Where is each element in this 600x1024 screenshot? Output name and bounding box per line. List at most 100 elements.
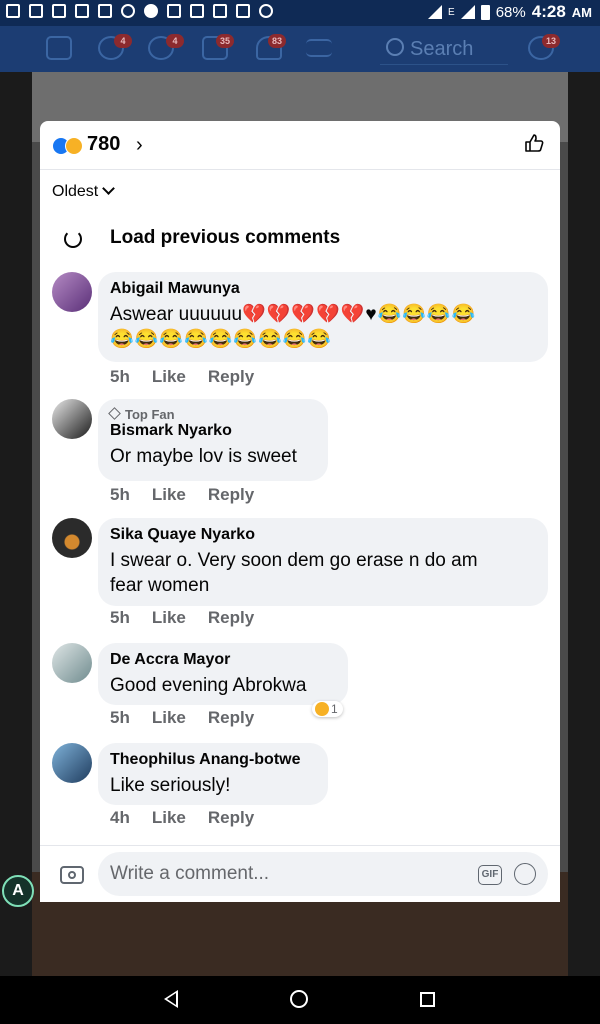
haha-reaction-icon — [315, 702, 329, 716]
comment-composer: Write a comment... GIF — [40, 845, 560, 902]
reactions-header[interactable]: 780 › — [40, 121, 560, 170]
circle-app-icon — [144, 4, 158, 18]
reply-link[interactable]: Reply — [208, 708, 254, 727]
facebook-top-nav: 4 4 35 83 Search 13 — [0, 26, 600, 72]
emoji-icon[interactable] — [514, 863, 536, 885]
comment-text: I swear o. Very soon dem go erase n do a… — [110, 548, 536, 598]
comment-author[interactable]: Abigail Mawunya — [110, 280, 536, 298]
cell-signal-icon — [460, 5, 475, 19]
comment-meta: 5h Like Reply — [110, 367, 276, 387]
like-link[interactable]: Like — [152, 367, 186, 386]
like-link[interactable]: Like — [152, 485, 186, 504]
messenger-badge: 13 — [542, 34, 560, 48]
battery-percent: 68% — [495, 3, 526, 21]
comment-time: 4h — [110, 808, 130, 827]
load-previous-label: Load previous comments — [110, 227, 341, 248]
app-notification-icon — [29, 4, 43, 18]
notifications-badge: 83 — [268, 34, 286, 48]
comment-text: Like seriously! — [110, 775, 231, 796]
comment-emoji-line-2: 😂😂😂😂😂😂😂😂😂 — [110, 329, 332, 350]
notification-icons — [6, 4, 273, 18]
comment-bubble[interactable]: Theophilus Anang-botwe Like seriously! — [98, 743, 328, 805]
facebook-notification-icon — [98, 4, 112, 18]
clock-time: 4:28 — [531, 2, 566, 21]
avatar[interactable] — [52, 643, 92, 683]
reply-link[interactable]: Reply — [208, 608, 254, 627]
haha-reaction-icon — [65, 137, 83, 155]
reply-link[interactable]: Reply — [208, 485, 254, 504]
reaction-count: 780 — [87, 133, 121, 155]
status-right: E 68% 4:28 AM — [428, 2, 592, 22]
camera-icon[interactable] — [60, 866, 84, 884]
clock-ampm: AM — [571, 4, 592, 20]
comment-bubble[interactable]: Sika Quaye Nyarko I swear o. Very soon d… — [98, 518, 548, 606]
top-fan-badge: Top Fan — [108, 407, 316, 422]
battery-icon — [480, 4, 490, 20]
chevron-down-icon — [102, 182, 116, 195]
comment-meta: 5h Like Reply — [110, 708, 276, 728]
thumbs-up-icon[interactable] — [524, 133, 544, 153]
avatar[interactable] — [52, 399, 92, 439]
like-link[interactable]: Like — [152, 808, 186, 827]
gif-icon[interactable]: GIF — [478, 865, 502, 885]
comment-reaction-badge[interactable]: 1 — [312, 701, 343, 717]
comment-reaction-count: 1 — [331, 702, 338, 716]
reply-link[interactable]: Reply — [208, 808, 254, 827]
comment-bubble[interactable]: Abigail Mawunya Aswear uuuuuu💔💔💔💔💔♥😂😂😂😂 … — [98, 272, 548, 362]
facebook-notification-icon — [213, 4, 227, 18]
search-placeholder: Search — [410, 38, 474, 60]
comment-text: Or maybe lov is sweet — [110, 446, 297, 467]
chevron-right-icon: › — [136, 134, 143, 156]
wifi-signal-icon — [428, 5, 443, 19]
comment-emoji-line-1: 💔💔💔💔💔♥😂😂😂😂 — [242, 304, 477, 325]
floating-app-button[interactable]: A — [2, 875, 34, 907]
search-field[interactable]: Search — [380, 34, 508, 65]
facebook-notification-icon — [52, 4, 66, 18]
sort-dropdown[interactable]: Oldest — [52, 182, 116, 201]
comment-time: 5h — [110, 485, 130, 504]
comment-bubble[interactable]: De Accra Mayor Good evening Abrokwa — [98, 643, 348, 705]
menu-icon[interactable] — [306, 39, 332, 57]
comment-text-words: Aswear uuuuuu — [110, 304, 243, 325]
comment-author[interactable]: Sika Quaye Nyarko — [110, 526, 536, 544]
app-notification-icon — [6, 4, 20, 18]
facebook-notification-icon — [190, 4, 204, 18]
avatar[interactable] — [52, 272, 92, 312]
comment-time: 5h — [110, 608, 130, 627]
gmail-icon — [236, 4, 250, 18]
comment-bubble[interactable]: Top Fan Bismark Nyarko Or maybe lov is s… — [98, 399, 328, 481]
comment-text-line-2: fear women — [110, 575, 210, 596]
reply-link[interactable]: Reply — [208, 367, 254, 386]
comment-text: Good evening Abrokwa — [110, 675, 307, 696]
home-icon[interactable] — [290, 990, 308, 1008]
comment-time: 5h — [110, 367, 130, 386]
comment-author[interactable]: De Accra Mayor — [110, 651, 336, 669]
back-icon[interactable] — [164, 990, 178, 1008]
reload-icon — [64, 230, 82, 248]
search-icon — [386, 38, 404, 56]
comment-meta: 4h Like Reply — [110, 808, 276, 828]
recent-apps-icon[interactable] — [420, 992, 435, 1007]
whatsapp-icon — [121, 4, 135, 18]
comment-author[interactable]: Theophilus Anang-botwe — [110, 751, 316, 769]
like-link[interactable]: Like — [152, 608, 186, 627]
groups-badge: 4 — [166, 34, 184, 48]
status-bar: E 68% 4:28 AM — [0, 0, 600, 26]
comment-input[interactable]: Write a comment... GIF — [98, 852, 548, 896]
comment-author[interactable]: Bismark Nyarko — [110, 422, 316, 440]
watch-badge: 35 — [216, 34, 234, 48]
avatar[interactable] — [52, 518, 92, 558]
comment-meta: 5h Like Reply — [110, 608, 276, 628]
like-link[interactable]: Like — [152, 708, 186, 727]
friend-requests-badge: 4 — [114, 34, 132, 48]
comment-text: Aswear uuuuuu💔💔💔💔💔♥😂😂😂😂 — [110, 302, 536, 327]
network-type: E — [448, 6, 455, 18]
comment-input-placeholder: Write a comment... — [110, 863, 270, 884]
comment-text-line-1: I swear o. Very soon dem go erase n do a… — [110, 550, 478, 571]
comment-time: 5h — [110, 708, 130, 727]
avatar[interactable] — [52, 743, 92, 783]
pinwheel-icon — [259, 4, 273, 18]
top-fan-icon — [108, 407, 121, 420]
facebook-notification-icon — [75, 4, 89, 18]
news-feed-icon[interactable] — [46, 36, 72, 60]
